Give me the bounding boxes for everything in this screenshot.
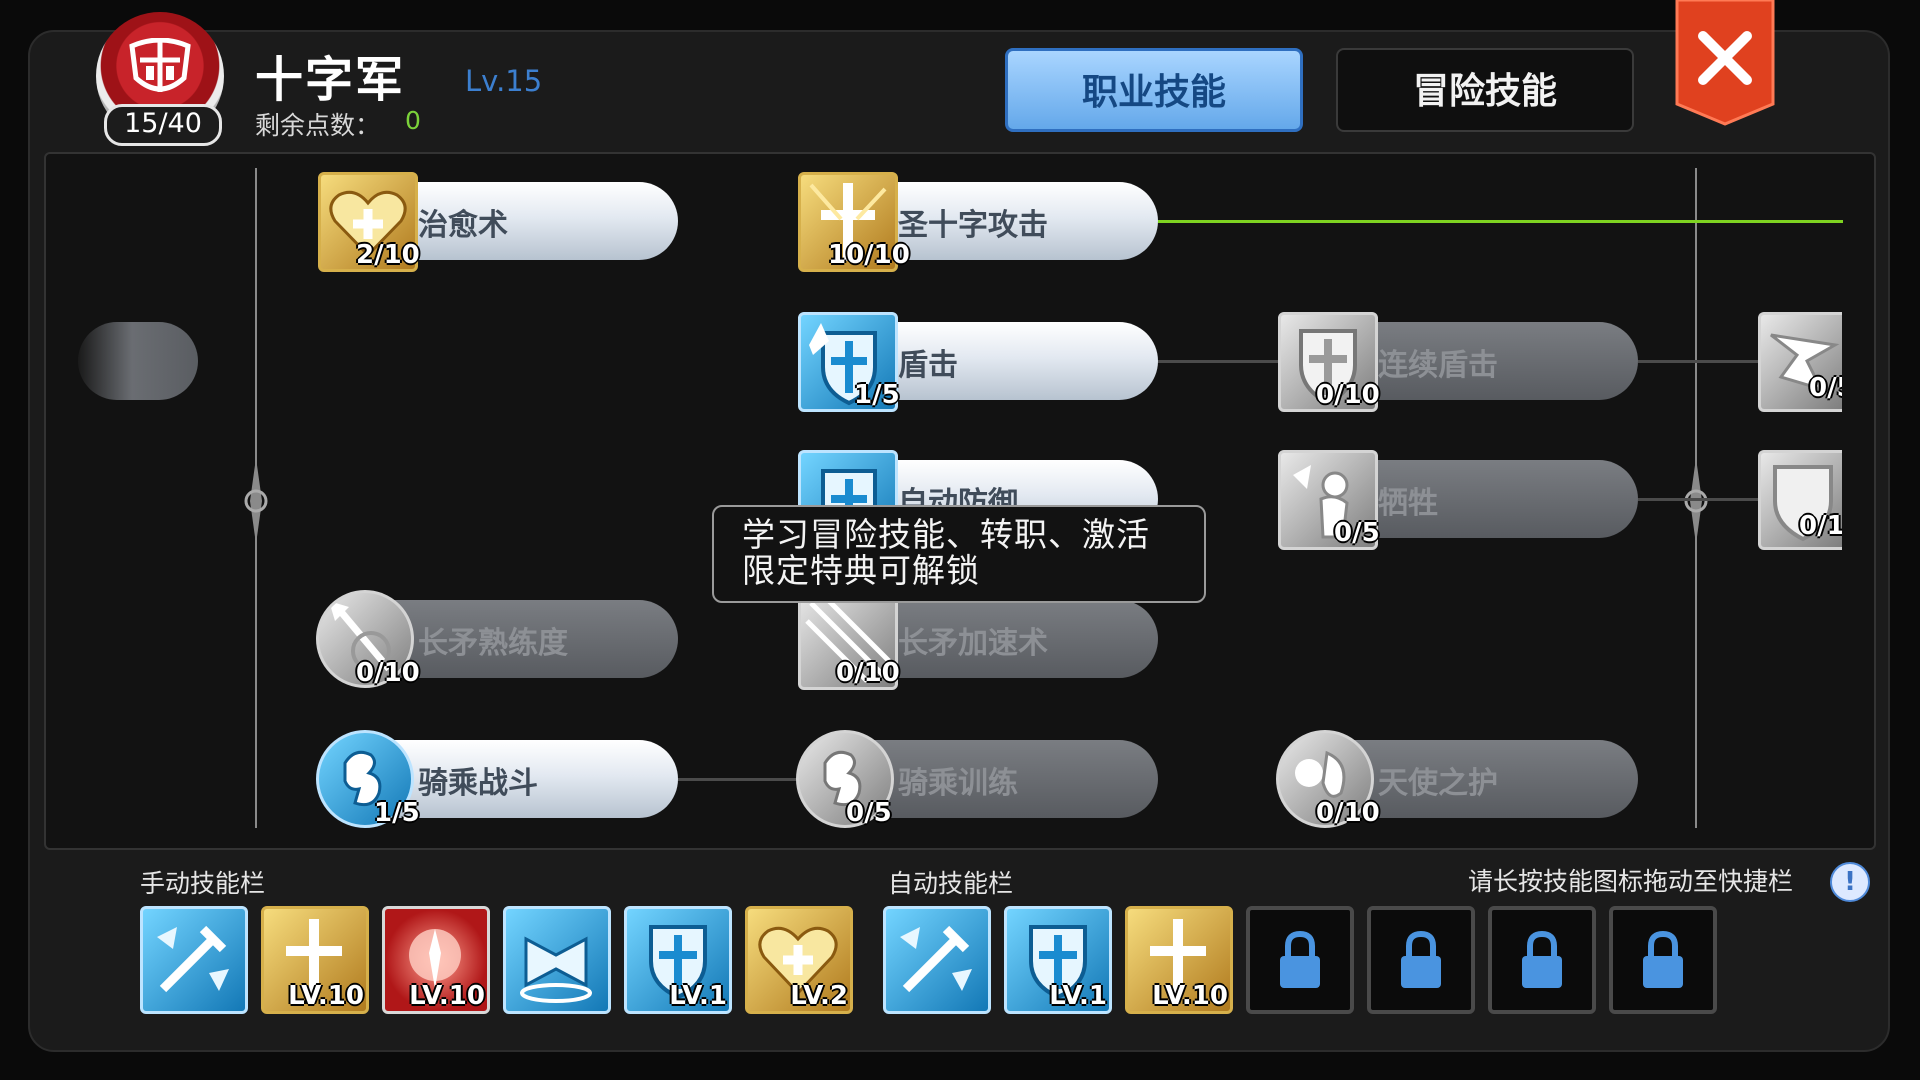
lock-icon <box>1401 930 1441 988</box>
tooltip-line: 学习冒险技能、转职、激活 <box>742 515 1150 554</box>
sword-burst-icon <box>900 925 972 993</box>
auto-slot-locked[interactable] <box>1246 906 1354 1014</box>
barrier-icon <box>520 936 592 1003</box>
unlock-tooltip: 学习冒险技能、转职、激活 限定特典可解锁 <box>712 505 1206 603</box>
burst-icon[interactable]: 0/5 <box>1758 312 1842 412</box>
manual-slot-6[interactable]: LV.2 <box>745 906 853 1014</box>
skill-level: 0/10 <box>836 658 900 688</box>
lock-icon <box>1643 930 1683 988</box>
skill-name: 圣十字攻击 <box>898 208 1048 243</box>
manual-slot-3[interactable]: LV.10 <box>382 906 490 1014</box>
tooltip-line: 限定特典可解锁 <box>742 551 980 590</box>
skill-name: 长矛加速术 <box>898 626 1048 661</box>
skill-node-angel-guard[interactable]: 0/10 天使之护 <box>1276 730 1638 828</box>
skill-node-holy-cross[interactable]: 10/10 圣十字攻击 <box>798 172 1158 272</box>
slot-level: LV.1 <box>1049 981 1107 1011</box>
remaining-points-value: 0 <box>405 106 421 135</box>
remaining-points-label: 剩余点数： <box>255 111 381 140</box>
connector <box>1638 360 1760 363</box>
manual-slot-1[interactable] <box>140 906 248 1014</box>
close-button[interactable] <box>1675 0 1775 126</box>
skill-node-chain-shield-bash[interactable]: 0/10 连续盾击 <box>1278 312 1638 412</box>
skill-level: 0/10 <box>1316 380 1380 410</box>
slot-level: LV.10 <box>409 981 485 1011</box>
skill-node-mounted-combat[interactable]: 1/5 骑乘战斗 <box>316 730 678 828</box>
auto-slot-locked[interactable] <box>1488 906 1596 1014</box>
guard-shield-icon[interactable]: 0/10 <box>1758 450 1842 550</box>
sword-burst-icon <box>157 925 229 993</box>
auto-skill-bar-label: 自动技能栏 <box>888 869 1014 898</box>
divider-ornament-icon <box>244 458 268 544</box>
auto-slot-3[interactable]: LV.10 <box>1125 906 1233 1014</box>
crusader-emblem-icon <box>129 38 191 92</box>
slot-level: LV.1 <box>669 981 727 1011</box>
skill-level: 0/5 <box>846 798 892 828</box>
skill-name: 连续盾击 <box>1378 348 1498 383</box>
skill-level: 1/5 <box>854 380 900 410</box>
skill-name: 长矛熟练度 <box>418 626 568 661</box>
partial-skill-node[interactable] <box>78 322 198 400</box>
class-level: Lv.15 <box>465 64 543 98</box>
skill-level: 0/5 <box>1809 373 1842 403</box>
skill-level: 0/10 <box>1316 798 1380 828</box>
manual-slot-2[interactable]: LV.10 <box>261 906 369 1014</box>
connector <box>1158 360 1278 363</box>
connector <box>1638 498 1760 501</box>
skill-level: 0/5 <box>1334 518 1380 548</box>
close-icon <box>1675 0 1775 126</box>
skill-name: 骑乘训练 <box>898 766 1018 801</box>
connector <box>678 778 798 781</box>
skill-name: 骑乘战斗 <box>418 766 538 801</box>
skill-node-heal[interactable]: 2/10 治愈术 <box>318 172 678 272</box>
info-icon[interactable]: ! <box>1830 862 1870 902</box>
skill-node-spear-quicken[interactable]: 0/10 长矛加速术 <box>798 590 1158 690</box>
drag-hint: 请长按技能图标拖动至快捷栏 <box>1468 867 1794 896</box>
manual-slot-5[interactable]: LV.1 <box>624 906 732 1014</box>
skill-node-mount-training[interactable]: 0/5 骑乘训练 <box>796 730 1158 828</box>
connector-active <box>1158 220 1843 223</box>
skill-level: 0/10 <box>356 658 420 688</box>
skill-level: 1/5 <box>374 798 420 828</box>
auto-slot-2[interactable]: LV.1 <box>1004 906 1112 1014</box>
slot-level: LV.2 <box>790 981 848 1011</box>
skill-level: 0/10 <box>1799 511 1842 541</box>
manual-slot-4[interactable] <box>503 906 611 1014</box>
skill-level: 2/10 <box>356 240 420 270</box>
auto-slot-locked[interactable] <box>1367 906 1475 1014</box>
class-name: 十字军 <box>255 52 406 108</box>
tab-adventure-skills[interactable]: 冒险技能 <box>1336 48 1634 132</box>
skill-name: 治愈术 <box>418 208 508 243</box>
skill-node-sacrifice[interactable]: 0/5 牺牲 <box>1278 450 1638 550</box>
skill-name: 牺牲 <box>1378 486 1438 521</box>
skill-node-shield-bash[interactable]: 1/5 盾击 <box>798 312 1158 412</box>
manual-skill-bar-label: 手动技能栏 <box>140 869 266 898</box>
slot-level: LV.10 <box>288 981 364 1011</box>
slot-level: LV.10 <box>1152 981 1228 1011</box>
tab-job-skills[interactable]: 职业技能 <box>1005 48 1303 132</box>
skill-name: 盾击 <box>898 348 958 383</box>
auto-slot-locked[interactable] <box>1609 906 1717 1014</box>
skill-name: 天使之护 <box>1378 766 1498 801</box>
skill-node-spear-mastery[interactable]: 0/10 长矛熟练度 <box>316 590 678 688</box>
divider-ornament-icon <box>1684 458 1708 544</box>
skill-points-used: 15/40 <box>104 104 222 146</box>
lock-icon <box>1280 930 1320 988</box>
lock-icon <box>1522 930 1562 988</box>
auto-slot-1[interactable] <box>883 906 991 1014</box>
